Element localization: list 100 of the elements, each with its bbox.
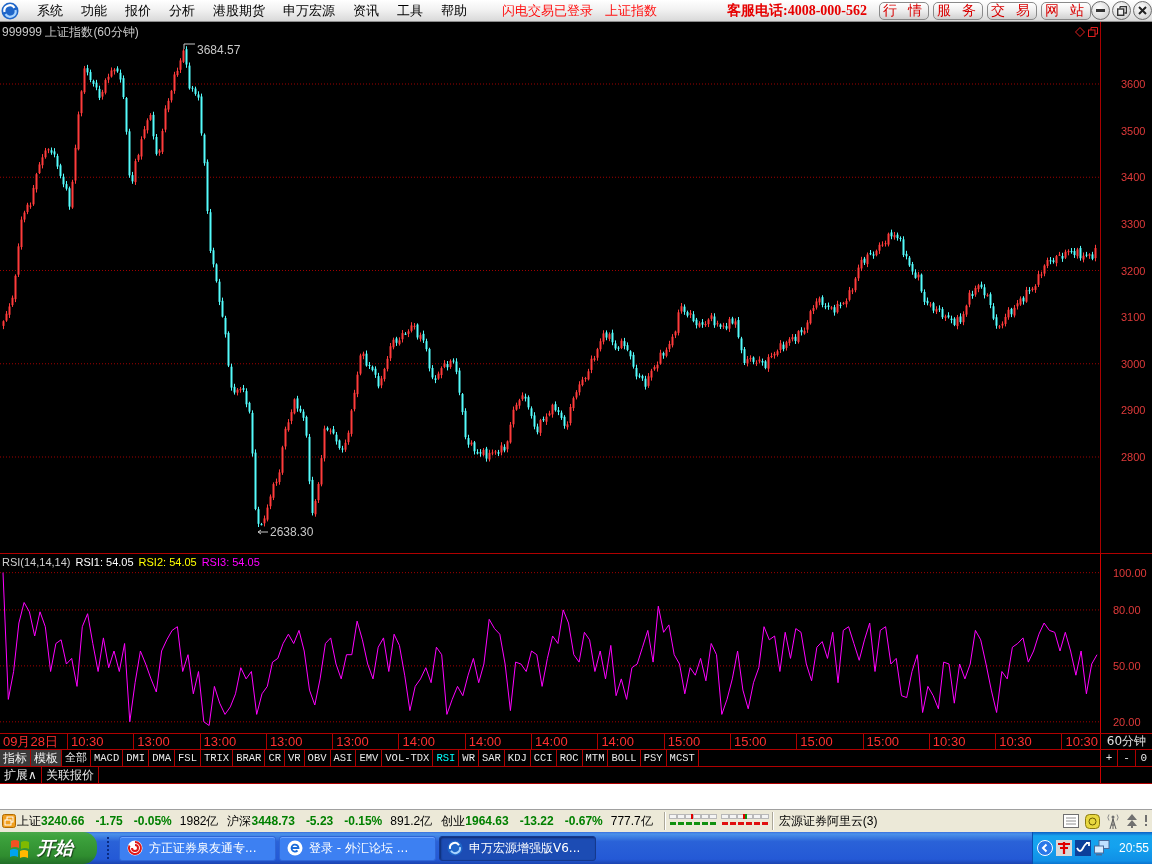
list-icon[interactable] (1063, 814, 1079, 828)
index-name: 沪深 (227, 812, 252, 830)
low-price-label: 2638.30 (270, 526, 314, 539)
indicator-reading: RSI2: 54.05 (138, 555, 197, 569)
restore-button[interactable] (1112, 1, 1131, 20)
rsi-axis-label: 80.00 (1113, 602, 1141, 617)
mode-button[interactable]: 指标 (0, 750, 31, 766)
current-index-name: 上证指数 (605, 1, 657, 20)
rsi-axis-label: 20.00 (1113, 714, 1141, 729)
chevron-left-icon[interactable] (1037, 840, 1053, 856)
window-restore-icon[interactable] (2, 814, 16, 828)
minimize-button[interactable] (1091, 1, 1110, 20)
time-axis-label: 15:00 (729, 734, 797, 749)
server-name: 宏源证券阿里云(3) (778, 812, 878, 830)
indicator-reading: RSI1: 54.05 (75, 555, 134, 569)
price-axis-label: 3300 (1121, 216, 1146, 231)
menu-item[interactable]: 系统 (28, 0, 72, 21)
coin-icon[interactable] (1085, 813, 1100, 829)
menu-item[interactable]: 报价 (116, 0, 160, 21)
index-value: 1964.63 (465, 814, 509, 828)
indicator-tab[interactable]: VR (285, 750, 305, 766)
index-value: 3448.73 (251, 814, 295, 828)
menu-item[interactable]: 港股期货 (204, 0, 274, 21)
price-axis-label: 3200 (1121, 263, 1146, 278)
turnover-amount: 777.7亿 (610, 812, 653, 830)
time-axis-label: 13:00 (133, 734, 200, 749)
index-percent: -0.05% (133, 814, 172, 828)
level-meter-icon (668, 814, 717, 828)
login-status: 闪电交易已登录 (502, 1, 593, 20)
flag-icon (9, 838, 31, 858)
menu-item[interactable]: 功能 (72, 0, 116, 21)
service-button[interactable]: 网 站 (1041, 1, 1091, 20)
start-button[interactable]: 开始 (0, 832, 97, 864)
index-change: -13.22 (519, 814, 554, 828)
price-axis-label: 3000 (1121, 356, 1146, 371)
turnover-amount: 1982亿 (179, 812, 219, 830)
service-button[interactable]: 交 易 (987, 1, 1037, 20)
time-axis-label: 13:00 (332, 734, 399, 749)
cross-tile-icon[interactable] (1056, 840, 1072, 856)
e-globe-icon (287, 840, 303, 856)
taskbar-button[interactable]: 登录 - 外汇论坛 ... (279, 835, 436, 861)
indicator-tab[interactable]: WR (459, 750, 479, 766)
restore-icon (1116, 5, 1127, 16)
index-percent: -0.67% (564, 814, 603, 828)
price-axis-label: 2900 (1121, 403, 1146, 418)
menu-item[interactable]: 申万宏源 (274, 0, 344, 21)
taskbar-clock: 20:55 (1119, 841, 1150, 855)
rsi-axis-label: 50.00 (1113, 658, 1141, 673)
time-axis-label: 15:00 (663, 734, 730, 749)
price-axis-label: 3400 (1121, 170, 1146, 185)
time-axis-label: 14:00 (398, 734, 465, 749)
index-value: 3240.66 (41, 814, 85, 828)
menu-item[interactable]: 工具 (388, 0, 432, 21)
time-axis-label: 10:30 (995, 734, 1062, 749)
service-button[interactable]: 行 情 (879, 1, 929, 20)
swirl-icon (127, 840, 143, 856)
mode-button[interactable]: 模板 (31, 750, 62, 766)
turnover-amount: 891.2亿 (390, 812, 433, 830)
rsi-axis-label: 100.00 (1113, 565, 1147, 580)
time-axis-label: 13:00 (199, 734, 266, 749)
chart-title: 999999 上证指数(60分钟) (2, 25, 139, 39)
time-axis-label: 10:30 (1061, 734, 1100, 749)
index-name: 上证 (17, 812, 41, 830)
indicator-tab[interactable]: VOL-TDX (382, 750, 434, 766)
taskbar-button[interactable]: 方正证券泉友通专... (119, 835, 276, 861)
index-change: -1.75 (95, 814, 123, 828)
indicator-tab[interactable]: 全部 (62, 750, 91, 766)
menu-item[interactable]: 帮助 (432, 0, 476, 21)
time-axis-label: 14:00 (464, 734, 532, 749)
taskbar-button[interactable]: 申万宏源增强版V6... (439, 835, 596, 861)
time-axis-label: 10:30 (928, 734, 996, 749)
task-label: 申万宏源增强版V6... (469, 839, 581, 857)
service-button[interactable]: 服 务 (933, 1, 983, 20)
grip-icon (107, 837, 110, 859)
price-axis-label: 3500 (1121, 123, 1146, 138)
swoosh-arrow-icon[interactable] (1075, 840, 1091, 856)
index-name: 创业 (441, 812, 466, 830)
close-button[interactable] (1133, 1, 1152, 20)
price-axis-label: 2800 (1121, 450, 1146, 464)
swirl-logo-icon (447, 840, 463, 856)
exclamation-icon[interactable] (1144, 815, 1148, 827)
double-up-arrow-icon[interactable] (1126, 814, 1138, 828)
menu-item[interactable]: 资讯 (344, 0, 388, 21)
time-axis-label: 13:00 (265, 734, 333, 749)
indicator-name: RSI(14,14,14) (2, 555, 71, 569)
menu-item[interactable]: 分析 (160, 0, 204, 21)
minimize-icon (1096, 9, 1105, 12)
task-label: 方正证券泉友通专... (149, 839, 257, 857)
index-percent: -0.15% (344, 814, 383, 828)
restore-icon[interactable] (1088, 27, 1098, 37)
time-axis-label: 14:00 (597, 734, 664, 749)
index-change: -5.23 (305, 814, 334, 828)
time-axis-label: 10:30 (67, 734, 134, 749)
indicator-tab[interactable]: ASI (330, 750, 357, 766)
network-computers-icon[interactable] (1094, 840, 1110, 856)
price-axis-label: 3600 (1121, 77, 1146, 91)
time-axis-label: 14:00 (531, 734, 598, 749)
antenna-icon[interactable] (1106, 813, 1120, 829)
level-meter-icon (720, 814, 769, 828)
indicator-tab[interactable]: MACD (91, 750, 124, 766)
